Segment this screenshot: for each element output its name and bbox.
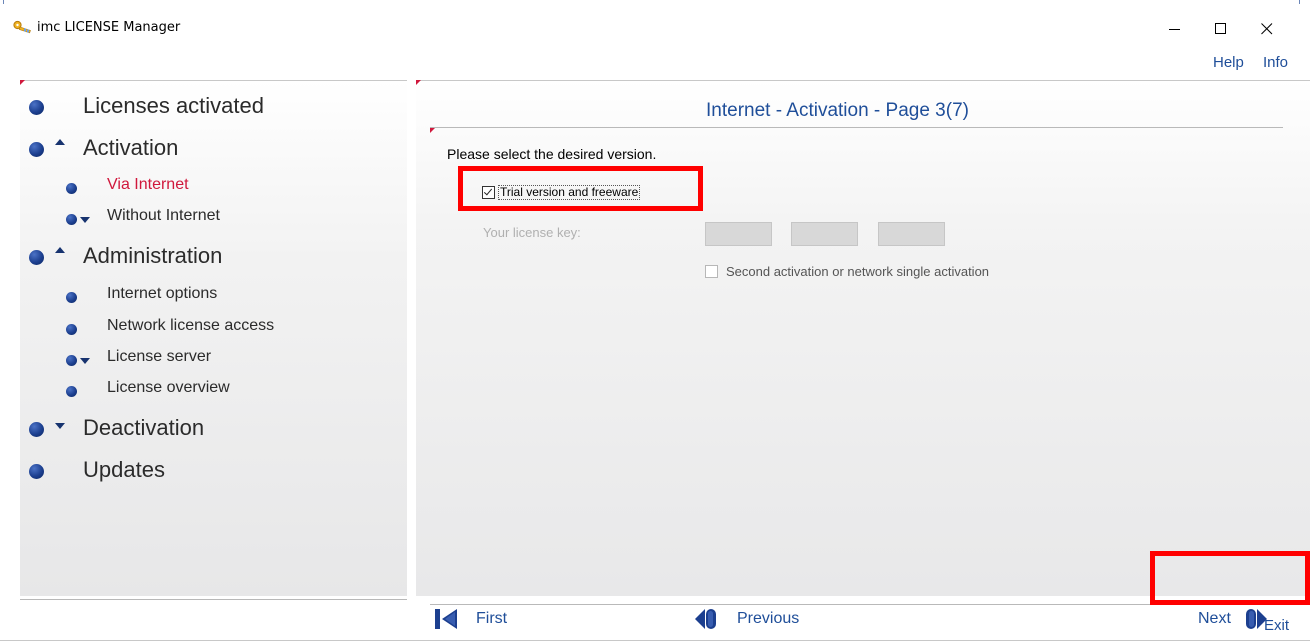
trial-version-label[interactable]: Trial version and freeware [498,184,641,200]
expand-arrow-icon [80,358,90,364]
sidebar-item-label: Network license access [107,317,275,334]
first-page-icon [435,609,457,629]
expand-arrow-icon [55,423,65,429]
sidebar-item-label: Internet options [107,285,218,302]
sidebar-top-border [20,80,407,81]
license-key-field-1[interactable] [705,222,772,246]
strip-tick [1299,0,1300,4]
bullet-icon [29,464,44,479]
bullet-icon [66,386,77,397]
minimize-button[interactable] [1152,16,1198,42]
bullet-icon [66,324,77,335]
bullet-icon [66,292,77,303]
sidebar-item-label: Activation [83,135,179,160]
bullet-icon [29,100,44,115]
sidebar-item-label: Deactivation [83,415,205,440]
sidebar-corner-mark [20,80,25,85]
sidebar-item-label: License server [107,348,212,365]
title-bar: imc LICENSE Manager [0,16,1310,42]
content-top-border [416,80,1310,81]
bullet-icon [29,422,44,437]
bullet-icon [66,214,77,225]
close-button[interactable] [1244,16,1290,42]
next-label: Next [1198,610,1231,627]
first-button[interactable]: First [434,607,507,631]
bullet-icon [66,355,77,366]
second-activation-checkbox[interactable]: Second activation or network single acti… [705,264,989,279]
help-link[interactable]: Help [1213,54,1244,71]
maximize-icon [1215,23,1226,34]
next-button[interactable]: Next [1198,607,1268,631]
sidebar-item-label: Via Internet [107,176,189,193]
nav-divider [430,604,1287,605]
sidebar-item-label: Administration [83,243,223,268]
previous-page-icon [695,609,716,629]
checkbox-checked-icon[interactable] [482,185,495,199]
sidebar: Licenses activated Activation Via Intern… [20,80,407,596]
close-icon [1261,23,1273,35]
key-icon [13,20,31,34]
expand-arrow-icon [80,217,90,223]
exit-link[interactable]: Exit [1264,617,1289,634]
main-window: Help Info Licenses activated Activation … [0,42,1310,641]
license-key-field-3[interactable] [878,222,945,246]
second-activation-label: Second activation or network single acti… [726,264,990,279]
version-prompt: Please select the desired version. [447,146,657,162]
sidebar-item-label: Licenses activated [83,93,264,118]
window-title: imc LICENSE Manager [37,20,181,35]
sidebar-item-label: Without Internet [107,207,220,224]
content-corner-mark [416,80,421,85]
collapse-arrow-icon [55,139,65,145]
previous-button[interactable]: Previous [694,607,799,631]
bullet-icon [29,250,44,265]
bullet-icon [29,142,44,157]
first-label: First [476,610,508,627]
license-key-field-2[interactable] [791,222,858,246]
title-divider [430,127,1283,128]
sidebar-item-label: License overview [107,379,230,396]
content-panel: Internet - Activation - Page 3(7) Please… [416,80,1310,629]
section-corner-mark [430,128,435,133]
license-key-label: Your license key: [483,225,581,240]
info-link[interactable]: Info [1263,54,1288,71]
strip-tick [3,0,4,4]
trial-version-checkbox[interactable]: Trial version and freeware [482,184,641,200]
previous-label: Previous [737,610,800,627]
page-title: Internet - Activation - Page 3(7) [706,100,969,121]
bullet-icon [66,183,77,194]
collapse-arrow-icon [55,247,65,253]
top-strip [0,0,1310,16]
checkbox-unchecked-icon[interactable] [705,265,718,278]
maximize-button[interactable] [1198,16,1244,42]
sidebar-bottom-divider [20,599,407,600]
sidebar-item-label: Updates [83,457,165,482]
minimize-icon [1169,29,1180,30]
